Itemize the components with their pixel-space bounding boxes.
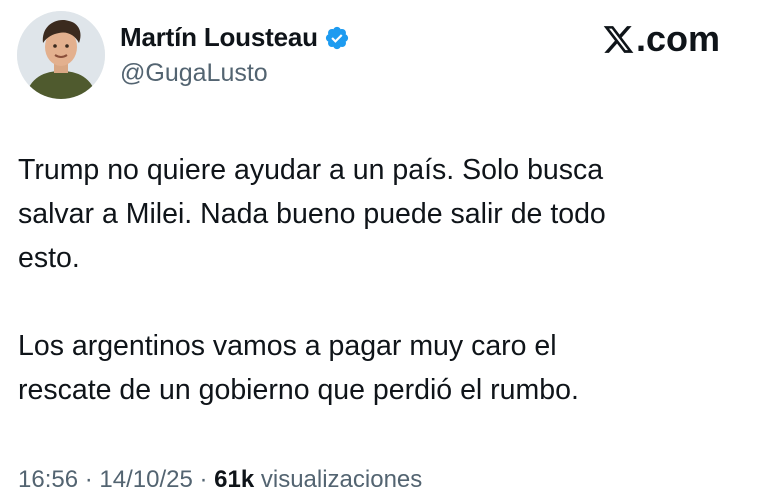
verified-badge-icon	[325, 26, 348, 49]
display-name[interactable]: Martín Lousteau	[120, 22, 318, 53]
tweet-body: Trump no quiere ayudar a un país. Solo b…	[18, 148, 728, 412]
tweet-time[interactable]: 16:56	[18, 466, 78, 493]
x-logo-icon	[603, 25, 634, 53]
author-handle[interactable]: @GugaLusto	[120, 59, 268, 88]
views-label: visualizaciones	[254, 466, 423, 493]
tweet-date[interactable]: 14/10/25	[99, 466, 192, 493]
meta-separator: ·	[78, 466, 100, 493]
brand-domain: .com	[635, 18, 720, 59]
tweet-meta: 16:56 · 14/10/25 · 61k visualizaciones	[18, 466, 422, 494]
author-name-row: Martín Lousteau	[120, 22, 350, 53]
x-com-brand: .com	[602, 18, 720, 60]
profile-photo	[17, 11, 105, 99]
avatar[interactable]	[17, 11, 105, 99]
tweet-paragraph-2: Los argentinos vamos a pagar muy caro el…	[18, 330, 579, 406]
meta-separator: ·	[192, 466, 215, 493]
views-count: 61k	[214, 466, 255, 493]
tweet-paragraph-1: Trump no quiere ayudar a un país. Solo b…	[18, 154, 606, 274]
